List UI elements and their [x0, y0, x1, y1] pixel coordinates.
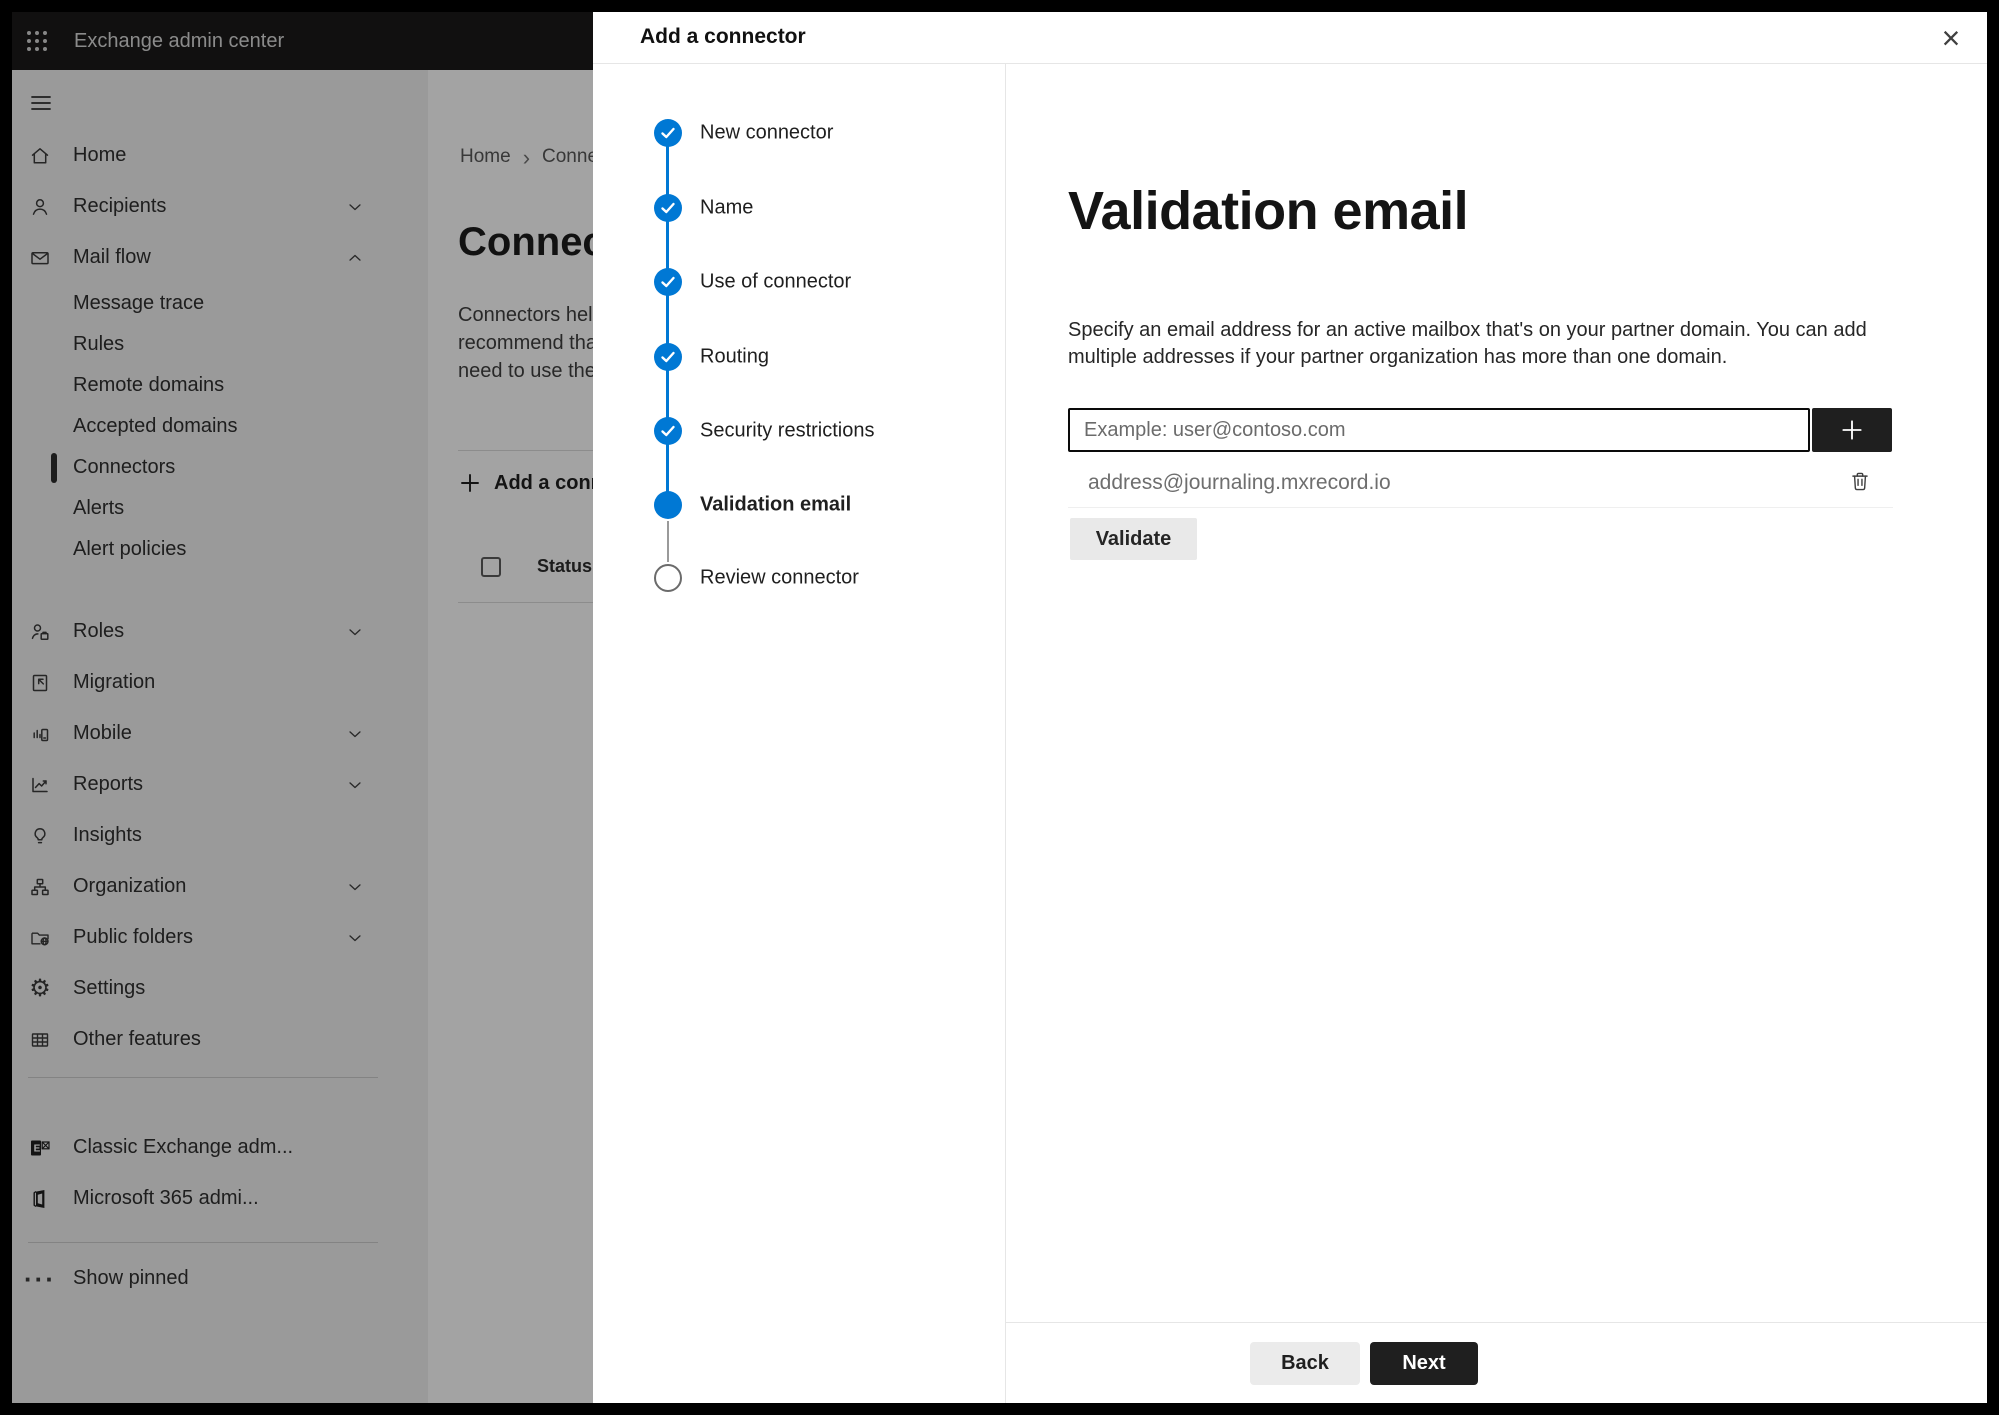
step-current-icon [654, 491, 682, 519]
wizard-step-title: Validation email [1068, 181, 1469, 241]
stepper-remaining-line [667, 521, 669, 562]
step-validation-email: Validation email [593, 491, 1005, 519]
step-routing: Routing [593, 343, 1005, 371]
step-upcoming-icon [654, 564, 682, 592]
step-completed-check-icon [654, 194, 682, 222]
divider [1068, 507, 1893, 508]
step-security-restrictions: Security restrictions [593, 417, 1005, 445]
divider [1005, 1322, 1987, 1323]
divider [593, 63, 1987, 64]
wizard-step-description: Specify an email address for an active m… [1068, 319, 1867, 368]
step-new-connector: New connector [593, 119, 1005, 147]
step-completed-check-icon [654, 343, 682, 371]
validation-email-input[interactable] [1068, 408, 1810, 452]
step-use-of-connector: Use of connector [593, 268, 1005, 296]
step-completed-check-icon [654, 268, 682, 296]
dialog-title: Add a connector [640, 25, 806, 48]
validate-button[interactable]: Validate [1070, 518, 1197, 560]
step-completed-check-icon [654, 417, 682, 445]
trash-icon [1852, 472, 1868, 491]
add-connector-dialog: Add a connector × New connector Name Use… [593, 12, 1987, 1403]
app-frame: Exchange admin center Home Recipients Ma… [12, 12, 1987, 1403]
divider [1005, 63, 1006, 1403]
added-email-address: address@journaling.mxrecord.io [1088, 471, 1391, 494]
plus-icon [1842, 420, 1862, 440]
back-button[interactable]: Back [1250, 1342, 1360, 1385]
close-icon[interactable]: × [1929, 16, 1973, 60]
add-email-button[interactable] [1812, 408, 1892, 452]
next-button[interactable]: Next [1370, 1342, 1478, 1385]
step-review-connector: Review connector [593, 564, 1005, 592]
step-name: Name [593, 194, 1005, 222]
delete-address-button[interactable] [1845, 466, 1875, 496]
step-completed-check-icon [654, 119, 682, 147]
